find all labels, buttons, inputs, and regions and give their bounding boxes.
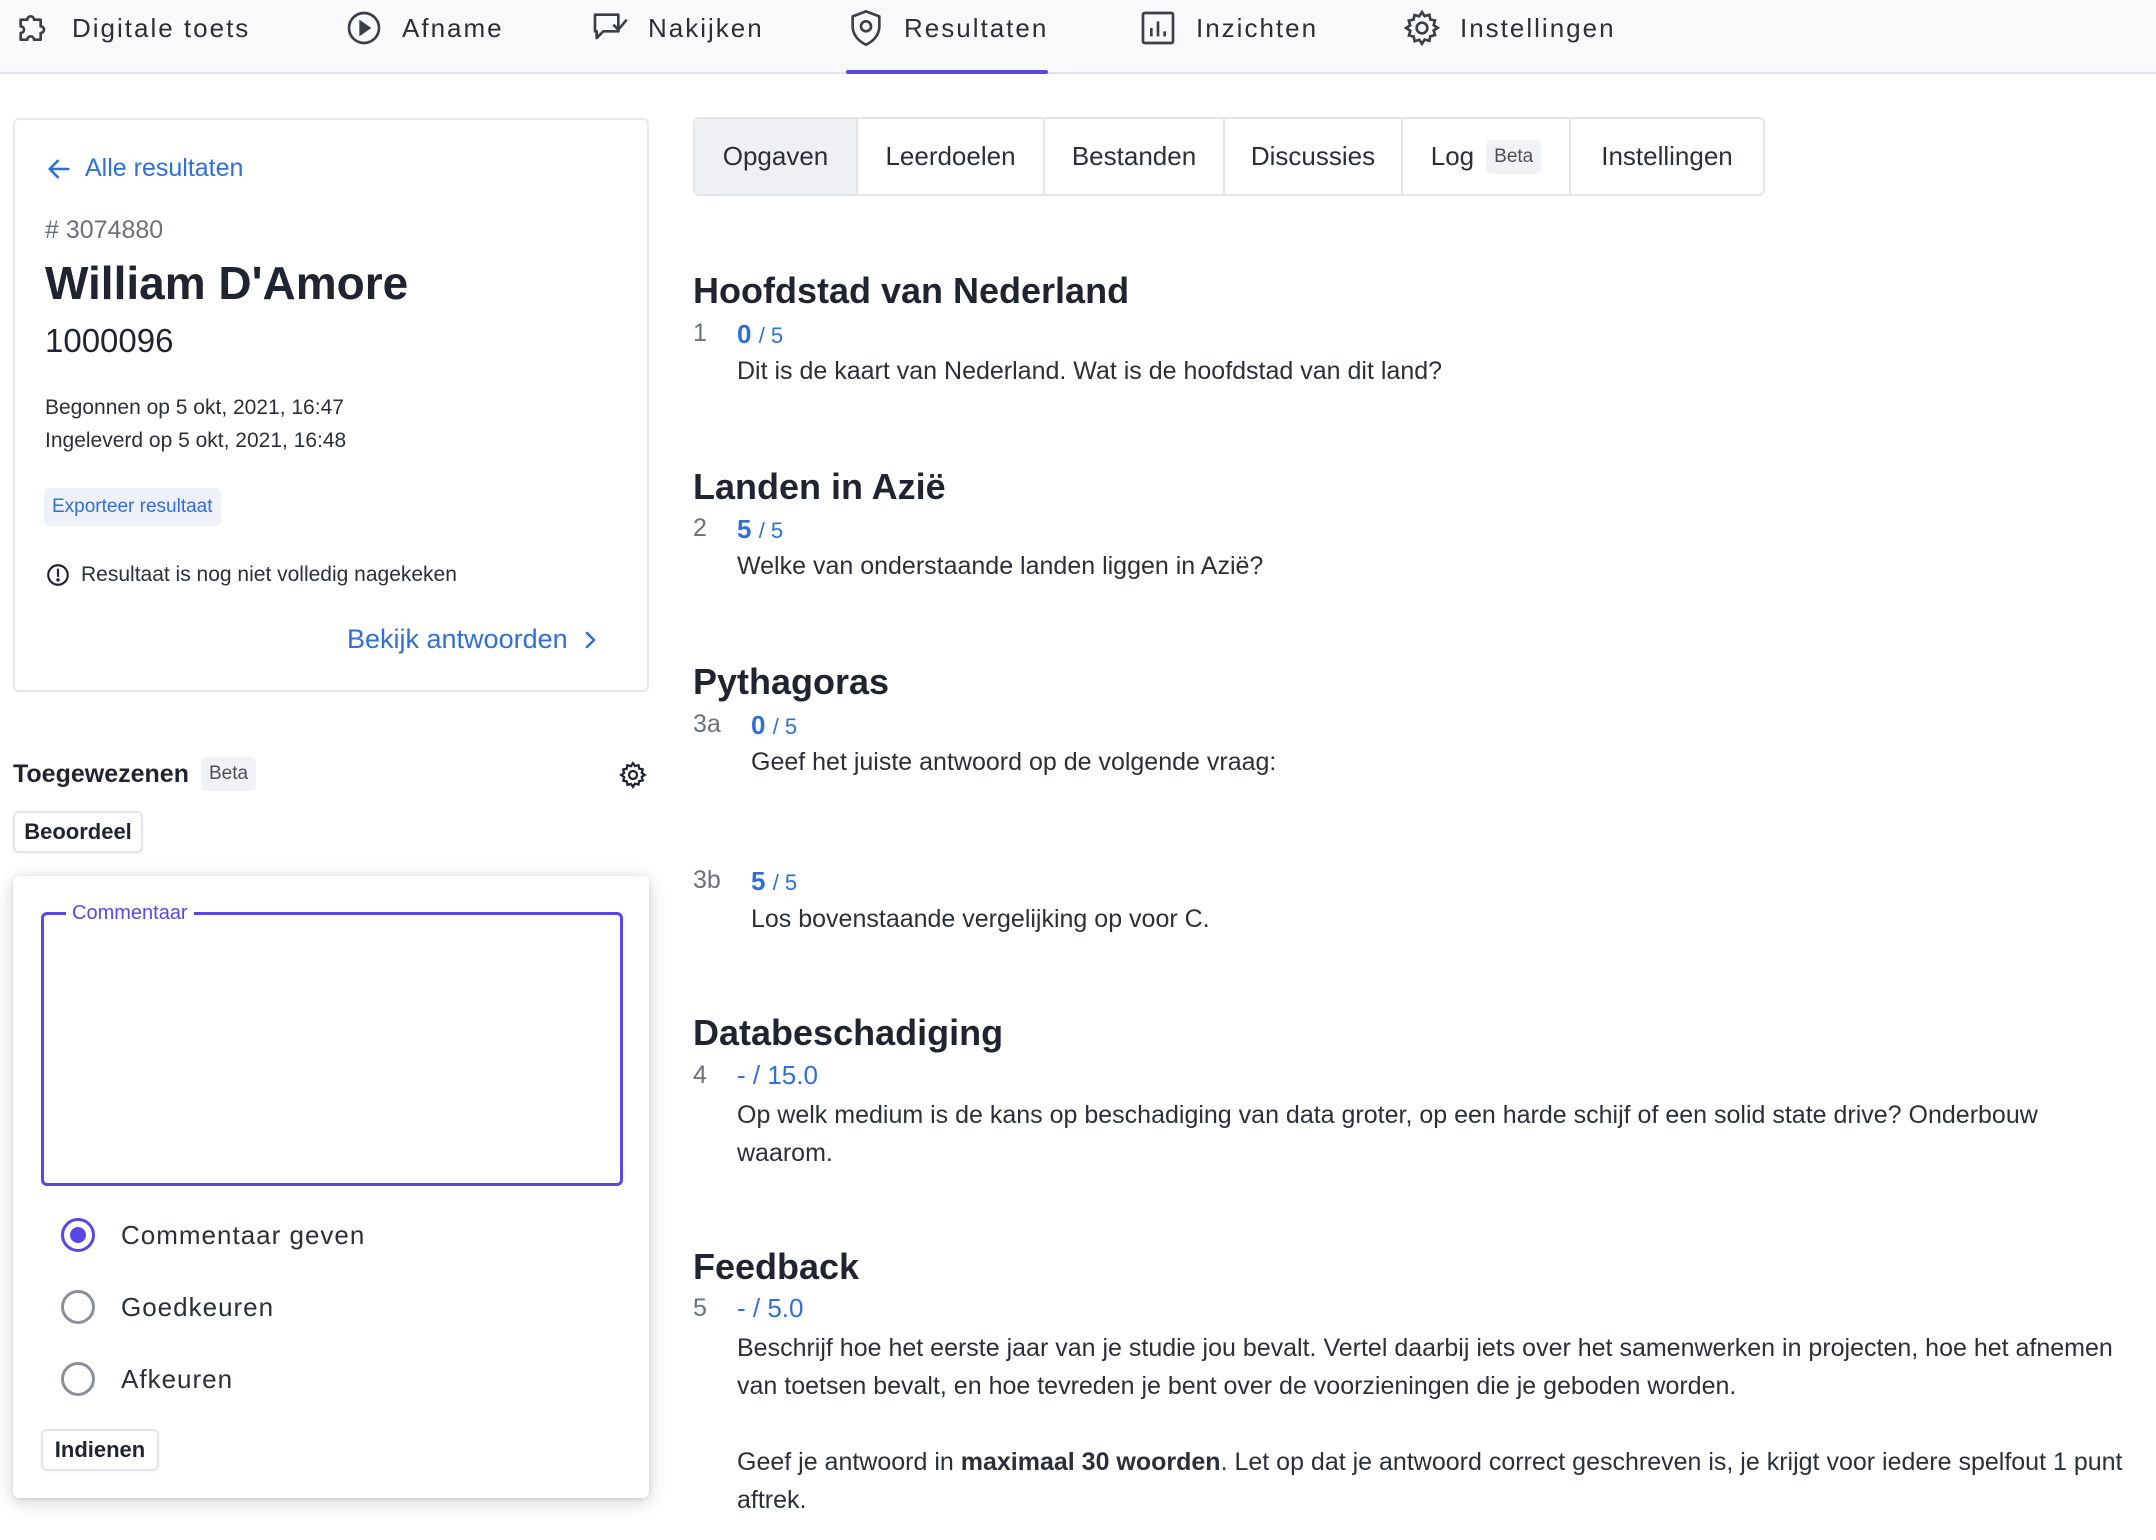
review-button[interactable]: Beoordeel	[13, 811, 143, 853]
chevron-right-icon	[578, 628, 602, 652]
assignees-title: Toegewezenen	[13, 759, 189, 788]
question-text: Los bovenstaande vergelijking op voor C.	[751, 905, 1210, 933]
question-title: Landen in Azië	[693, 466, 946, 507]
radio-label: Afkeuren	[121, 1363, 234, 1394]
status-notice: Resultaat is nog niet volledig nagekeken	[45, 562, 457, 588]
question-text: Op welk medium is de kans op beschadigin…	[737, 1101, 2038, 1167]
beta-badge: Beta	[200, 757, 257, 791]
question-title: Feedback	[693, 1246, 860, 1287]
chat-check-icon	[590, 8, 630, 48]
question-score[interactable]: 5 / 5	[737, 514, 783, 545]
nav-item-digitale-toets[interactable]: Digitale toets	[14, 0, 250, 72]
question-number: 4	[693, 1061, 707, 1089]
question-text-instructions: Geef je antwoord in maximaal 30 woorden.…	[737, 1443, 2137, 1519]
gear-icon	[1402, 8, 1442, 48]
assignees-header: Toegewezenen Beta	[13, 757, 257, 791]
submit-button[interactable]: Indienen	[41, 1429, 159, 1471]
student-name: William D'Amore	[45, 257, 409, 309]
started-timestamp: Begonnen op 5 okt, 2021, 16:47	[45, 396, 344, 419]
question-score[interactable]: - / 15.0	[737, 1060, 818, 1091]
nav-item-nakijken[interactable]: Nakijken	[590, 0, 764, 72]
log-beta-badge: Beta	[1486, 139, 1542, 174]
question-number: 1	[693, 319, 707, 347]
tab-instellingen[interactable]: Instellingen	[1571, 119, 1763, 194]
radio-option-comment[interactable]: Commentaar geven	[61, 1218, 365, 1252]
question-score[interactable]: - / 5.0	[737, 1293, 803, 1324]
question-text: Beschrijf hoe het eerste jaar van je stu…	[737, 1334, 2113, 1400]
result-id: # 3074880	[45, 216, 164, 244]
question-title: Databeschadiging	[693, 1012, 1004, 1053]
tab-log-label: Log	[1430, 141, 1475, 171]
question-text: Welke van onderstaande landen liggen in …	[737, 552, 1264, 580]
comment-textarea[interactable]	[54, 929, 614, 1173]
question-number: 3b	[693, 866, 721, 894]
play-circle-icon	[344, 8, 384, 48]
tab-discussies[interactable]: Discussies	[1225, 119, 1403, 194]
nav-label: Digitale toets	[72, 13, 251, 43]
question-text: Dit is de kaart van Nederland. Wat is de…	[737, 357, 1443, 385]
view-answers-link[interactable]: Bekijk antwoorden	[347, 624, 602, 655]
puzzle-icon	[14, 8, 54, 48]
status-text: Resultaat is nog niet volledig nagekeken	[81, 563, 457, 586]
assignees-settings-icon[interactable]	[618, 760, 648, 795]
score-max: / 5	[758, 323, 784, 348]
nav-label: Inzichten	[1196, 13, 1319, 43]
nav-item-instellingen[interactable]: Instellingen	[1402, 0, 1616, 72]
shield-icon	[846, 8, 886, 48]
back-link-label: Alle resultaten	[85, 154, 244, 182]
student-result-card: Alle resultaten # 3074880 William D'Amor…	[13, 118, 649, 692]
score-max: / 5	[758, 518, 784, 543]
bar-chart-icon	[1138, 8, 1178, 48]
radio-button-checked[interactable]	[61, 1218, 95, 1252]
radio-button[interactable]	[61, 1362, 95, 1396]
student-number: 1000096	[45, 322, 174, 359]
radio-option-reject[interactable]: Afkeuren	[61, 1362, 233, 1396]
tab-bestanden[interactable]: Bestanden	[1045, 119, 1225, 194]
question-title: Hoofdstad van Nederland	[693, 270, 1130, 311]
submitted-timestamp: Ingeleverd op 5 okt, 2021, 16:48	[45, 429, 347, 452]
radio-button[interactable]	[61, 1290, 95, 1324]
radio-label: Commentaar geven	[121, 1219, 366, 1250]
question-title: Pythagoras	[693, 661, 890, 702]
alert-circle-icon	[45, 562, 71, 588]
tab-opgaven[interactable]: Opgaven	[695, 119, 858, 194]
score-value: 0	[737, 319, 752, 349]
comment-legend: Commentaar	[66, 901, 194, 925]
nav-item-inzichten[interactable]: Inzichten	[1138, 0, 1318, 72]
export-result-label: Exporteer resultaat	[44, 488, 221, 526]
question-number: 3a	[693, 710, 721, 738]
nav-item-afname[interactable]: Afname	[344, 0, 504, 72]
back-link[interactable]: Alle resultaten	[45, 154, 243, 183]
nav-label: Resultaten	[904, 13, 1049, 43]
comment-field[interactable]: Commentaar	[41, 901, 623, 1186]
question-score[interactable]: 0 / 5	[737, 319, 783, 350]
score-value: 5	[737, 514, 752, 544]
top-navigation: Digitale toets Afname Nakijken Resultate…	[0, 0, 2156, 74]
tab-leerdoelen[interactable]: Leerdoelen	[858, 119, 1045, 194]
instructions-before: Geef je antwoord in	[737, 1448, 961, 1476]
radio-label: Goedkeuren	[121, 1291, 275, 1322]
export-result-button[interactable]: Exporteer resultaat	[44, 488, 221, 526]
question-number: 2	[693, 514, 707, 542]
instructions-bold: maximaal 30 woorden	[960, 1448, 1221, 1476]
arrow-left-icon	[45, 155, 73, 183]
score-max: / 5	[772, 714, 798, 739]
nav-item-resultaten[interactable]: Resultaten	[846, 0, 1049, 74]
tab-log[interactable]: Log Beta	[1403, 119, 1571, 194]
question-score[interactable]: 0 / 5	[751, 710, 797, 741]
question-score[interactable]: 5 / 5	[751, 866, 797, 897]
question-number: 5	[693, 1294, 707, 1322]
nav-label: Nakijken	[648, 13, 764, 43]
score-value: 5	[751, 866, 766, 896]
view-answers-label: Bekijk antwoorden	[347, 624, 568, 654]
nav-label: Afname	[402, 13, 504, 43]
question-text: Geef het juiste antwoord op de volgende …	[751, 748, 1277, 776]
score-max: / 5	[772, 870, 798, 895]
nav-label: Instellingen	[1460, 13, 1616, 43]
result-tabs: Opgaven Leerdoelen Bestanden Discussies …	[693, 117, 1765, 196]
review-popup: Commentaar Commentaar geven Goedkeuren A…	[13, 876, 649, 1498]
radio-option-approve[interactable]: Goedkeuren	[61, 1290, 274, 1324]
score-value: 0	[751, 710, 766, 740]
